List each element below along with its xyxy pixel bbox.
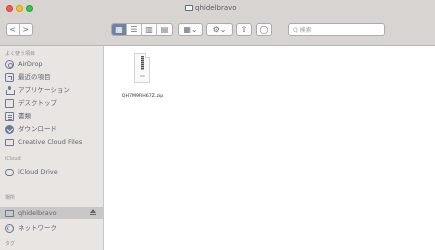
file-type-badge: ZIP — [140, 74, 145, 78]
sidebar-item-label: AirDrop — [18, 60, 43, 68]
minimize-window-button[interactable] — [16, 5, 23, 12]
sidebar-item-label: 最近の項目 — [18, 73, 51, 81]
view-mode-control: ▦ ☰ ▥ ▤ — [111, 23, 173, 36]
sidebar-item-label: qhidelbravo — [18, 209, 57, 217]
recent-icon — [5, 72, 14, 82]
airdrop-icon — [5, 59, 14, 69]
window-title-text: qhidelbravo — [195, 4, 237, 12]
zipper-icon — [141, 56, 144, 70]
gear-icon: ⚙ — [212, 25, 220, 34]
finder-window: qhidelbravo < > ▦ ☰ ▥ ▤ ▦ ⌄ ⚙ ⌄ ⇧ ◯ Q 検索 — [0, 0, 435, 250]
chevron-down-icon: ⌄ — [219, 25, 227, 34]
share-button[interactable]: ⇧ — [236, 23, 252, 36]
back-button[interactable]: < — [7, 24, 20, 35]
search-field[interactable]: Q 検索 — [288, 23, 385, 36]
network-icon — [5, 223, 14, 233]
sidebar-item-recent[interactable]: 最近の項目 — [5, 71, 99, 83]
zoom-window-button[interactable] — [26, 5, 33, 12]
download-icon — [5, 124, 14, 134]
icloud-section-label: iCloud — [5, 156, 21, 162]
sidebar-item-label: アプリケーション — [18, 86, 70, 94]
folder-icon — [5, 139, 14, 146]
action-menu-button[interactable]: ⚙ ⌄ — [206, 23, 233, 36]
chevron-down-icon: ⌄ — [190, 25, 198, 34]
close-window-button[interactable] — [6, 5, 13, 12]
tag-button[interactable]: ◯ — [256, 23, 272, 36]
sidebar-item-airdrop[interactable]: AirDrop — [5, 58, 99, 70]
tag-icon: ◯ — [259, 25, 269, 34]
folder-icon — [185, 5, 193, 11]
device-icon — [5, 210, 14, 217]
sidebar-item-label: 書類 — [18, 112, 31, 120]
file-browser-content: ZIP QH7M9RH67Z.zip — [105, 46, 435, 250]
locations-section-label: 場所 — [5, 195, 16, 201]
sidebar-item-label: ダウンロード — [18, 125, 57, 133]
arrange-icon: ▦ — [183, 25, 191, 34]
arrange-menu-button[interactable]: ▦ ⌄ — [178, 23, 203, 36]
sidebar-item-qhidelbravo[interactable]: qhidelbravo — [0, 207, 104, 219]
sidebar-item-label: ネットワーク — [18, 224, 57, 232]
sidebar-item-documents[interactable]: 書類 — [5, 110, 99, 122]
icon-view-button[interactable]: ▦ — [112, 24, 127, 35]
share-icon: ⇧ — [240, 25, 248, 34]
sidebar: よく使う項目 AirDrop 最近の項目 アプリケーション デスクトップ 書類 … — [0, 46, 104, 250]
search-placeholder: Q 検索 — [293, 27, 312, 34]
sidebar-item-label: Creative Cloud Files — [18, 138, 83, 146]
gallery-view-button[interactable]: ▤ — [157, 24, 172, 35]
sidebar-item-label: iCloud Drive — [18, 168, 58, 176]
zip-file-icon: ZIP — [134, 53, 150, 83]
file-item[interactable]: ZIP QH7M9RH67Z.zip — [110, 53, 175, 108]
window-title: qhidelbravo — [185, 3, 275, 14]
file-name: QH7M9RH67Z.zip — [121, 94, 164, 99]
navigation-buttons: < > — [6, 23, 33, 36]
cloud-icon — [5, 169, 14, 176]
desktop-icon — [5, 98, 14, 108]
sidebar-item-downloads[interactable]: ダウンロード — [5, 123, 99, 135]
forward-button[interactable]: > — [20, 24, 32, 35]
sidebar-item-network[interactable]: ネットワーク — [5, 222, 99, 234]
eject-icon[interactable] — [89, 209, 96, 216]
favorites-section-label: よく使う項目 — [5, 51, 36, 57]
sidebar-item-desktop[interactable]: デスクトップ — [5, 97, 99, 109]
sidebar-item-applications[interactable]: アプリケーション — [5, 84, 99, 96]
sidebar-item-label: デスクトップ — [18, 99, 57, 107]
sidebar-item-creative-cloud-files[interactable]: Creative Cloud Files — [5, 136, 99, 148]
documents-icon — [5, 111, 14, 121]
applications-icon — [5, 85, 15, 95]
window-titlebar: qhidelbravo < > ▦ ☰ ▥ ▤ ▦ ⌄ ⚙ ⌄ ⇧ ◯ Q 検索 — [0, 0, 435, 46]
sidebar-item-icloud-drive[interactable]: iCloud Drive — [5, 166, 99, 178]
tags-section-label: タグ — [5, 241, 16, 247]
list-view-button[interactable]: ☰ — [127, 24, 142, 35]
column-view-button[interactable]: ▥ — [142, 24, 157, 35]
